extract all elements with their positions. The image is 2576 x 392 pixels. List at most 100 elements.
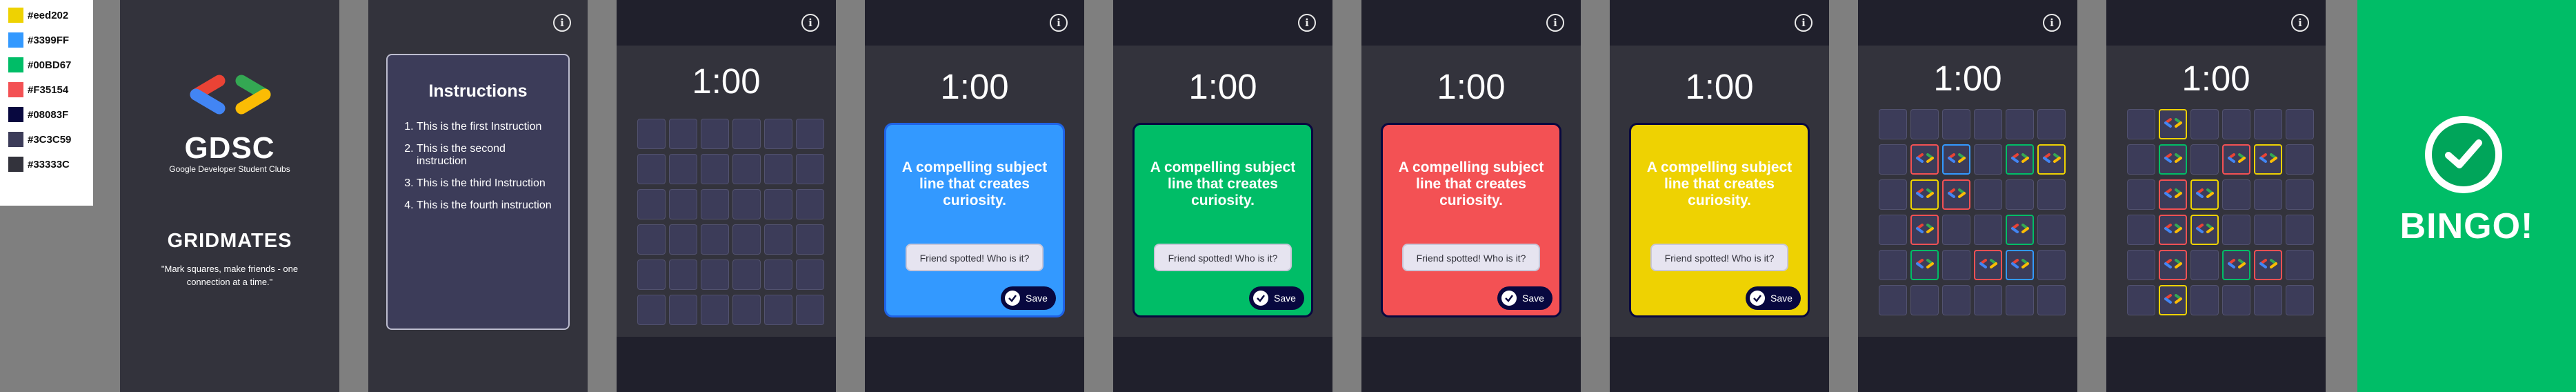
- grid-cell[interactable]: [637, 119, 666, 149]
- grid-cell[interactable]: [1879, 179, 1907, 210]
- grid-cell[interactable]: [2006, 285, 2034, 315]
- grid-cell[interactable]: [1910, 109, 1939, 139]
- grid-cell[interactable]: [732, 154, 761, 184]
- grid-cell[interactable]: [2190, 215, 2219, 245]
- grid-cell[interactable]: [2222, 285, 2250, 315]
- grid-cell[interactable]: [1910, 144, 1939, 175]
- grid-cell[interactable]: [2037, 179, 2066, 210]
- grid-cell[interactable]: [2190, 179, 2219, 210]
- grid-cell[interactable]: [1974, 215, 2002, 245]
- grid-cell[interactable]: [2127, 285, 2155, 315]
- info-icon[interactable]: i: [1050, 14, 1068, 32]
- grid-cell[interactable]: [701, 154, 729, 184]
- grid-cell[interactable]: [2127, 250, 2155, 280]
- grid-cell[interactable]: [1879, 215, 1907, 245]
- grid-cell[interactable]: [764, 119, 792, 149]
- grid-cell[interactable]: [2006, 179, 2034, 210]
- grid-cell[interactable]: [637, 295, 666, 325]
- grid-cell[interactable]: [2127, 215, 2155, 245]
- grid-cell[interactable]: [2286, 285, 2314, 315]
- grid-cell[interactable]: [2254, 144, 2282, 175]
- grid-cell[interactable]: [2006, 144, 2034, 175]
- grid-cell[interactable]: [2127, 109, 2155, 139]
- grid-cell[interactable]: [732, 295, 761, 325]
- info-icon[interactable]: i: [2291, 14, 2309, 32]
- save-button[interactable]: Save: [1746, 286, 1801, 310]
- grid-cell[interactable]: [796, 119, 824, 149]
- grid-cell[interactable]: [2254, 250, 2282, 280]
- grid-cell[interactable]: [732, 259, 761, 290]
- grid-cell[interactable]: [796, 189, 824, 219]
- grid-cell[interactable]: [2159, 144, 2187, 175]
- info-icon[interactable]: i: [1298, 14, 1316, 32]
- grid-cell[interactable]: [2127, 179, 2155, 210]
- grid-cell[interactable]: [2222, 250, 2250, 280]
- grid-cell[interactable]: [1974, 285, 2002, 315]
- grid-cell[interactable]: [2037, 144, 2066, 175]
- grid-cell[interactable]: [1879, 250, 1907, 280]
- grid-cell[interactable]: [2222, 109, 2250, 139]
- info-icon[interactable]: i: [1546, 14, 1564, 32]
- grid-cell[interactable]: [764, 295, 792, 325]
- friend-spotted-button[interactable]: Friend spotted! Who is it?: [1154, 244, 1292, 271]
- grid-cell[interactable]: [1974, 250, 2002, 280]
- grid-cell[interactable]: [1974, 144, 2002, 175]
- grid-cell[interactable]: [2286, 250, 2314, 280]
- grid-cell[interactable]: [2254, 285, 2282, 315]
- grid-cell[interactable]: [796, 224, 824, 255]
- grid-cell[interactable]: [2006, 215, 2034, 245]
- grid-cell[interactable]: [1879, 285, 1907, 315]
- grid-cell[interactable]: [637, 224, 666, 255]
- grid-cell[interactable]: [1942, 109, 1970, 139]
- grid-cell[interactable]: [701, 224, 729, 255]
- grid-cell[interactable]: [732, 119, 761, 149]
- grid-cell[interactable]: [1942, 179, 1970, 210]
- grid-cell[interactable]: [2037, 215, 2066, 245]
- grid-cell[interactable]: [2190, 144, 2219, 175]
- grid-cell[interactable]: [701, 119, 729, 149]
- info-icon[interactable]: i: [2043, 14, 2061, 32]
- grid-cell[interactable]: [764, 224, 792, 255]
- grid-cell[interactable]: [1942, 144, 1970, 175]
- grid-cell[interactable]: [1910, 250, 1939, 280]
- grid-cell[interactable]: [669, 259, 697, 290]
- grid-cell[interactable]: [2127, 144, 2155, 175]
- friend-spotted-button[interactable]: Friend spotted! Who is it?: [1650, 244, 1788, 271]
- info-icon[interactable]: i: [801, 14, 819, 32]
- grid-cell[interactable]: [2222, 144, 2250, 175]
- grid-cell[interactable]: [669, 119, 697, 149]
- grid-cell[interactable]: [2254, 215, 2282, 245]
- grid-cell[interactable]: [2190, 285, 2219, 315]
- grid-cell[interactable]: [1879, 109, 1907, 139]
- grid-cell[interactable]: [1910, 179, 1939, 210]
- grid-cell[interactable]: [2254, 109, 2282, 139]
- grid-cell[interactable]: [732, 224, 761, 255]
- grid-cell[interactable]: [2222, 179, 2250, 210]
- grid-cell[interactable]: [2222, 215, 2250, 245]
- grid-cell[interactable]: [764, 154, 792, 184]
- grid-cell[interactable]: [2006, 250, 2034, 280]
- grid-cell[interactable]: [796, 295, 824, 325]
- grid-cell[interactable]: [669, 189, 697, 219]
- grid-cell[interactable]: [2286, 179, 2314, 210]
- grid-cell[interactable]: [669, 295, 697, 325]
- grid-cell[interactable]: [701, 295, 729, 325]
- grid-cell[interactable]: [2037, 109, 2066, 139]
- grid-cell[interactable]: [1942, 215, 1970, 245]
- grid-cell[interactable]: [2190, 250, 2219, 280]
- grid-cell[interactable]: [2286, 215, 2314, 245]
- friend-spotted-button[interactable]: Friend spotted! Who is it?: [906, 244, 1044, 271]
- grid-cell[interactable]: [1879, 144, 1907, 175]
- grid-cell[interactable]: [764, 189, 792, 219]
- grid-cell[interactable]: [1942, 250, 1970, 280]
- grid-cell[interactable]: [701, 189, 729, 219]
- grid-cell[interactable]: [701, 259, 729, 290]
- grid-cell[interactable]: [2159, 215, 2187, 245]
- grid-cell[interactable]: [1910, 215, 1939, 245]
- grid-cell[interactable]: [764, 259, 792, 290]
- grid-cell[interactable]: [796, 154, 824, 184]
- grid-cell[interactable]: [2159, 285, 2187, 315]
- grid-cell[interactable]: [669, 154, 697, 184]
- grid-cell[interactable]: [1910, 285, 1939, 315]
- info-icon[interactable]: i: [553, 14, 571, 32]
